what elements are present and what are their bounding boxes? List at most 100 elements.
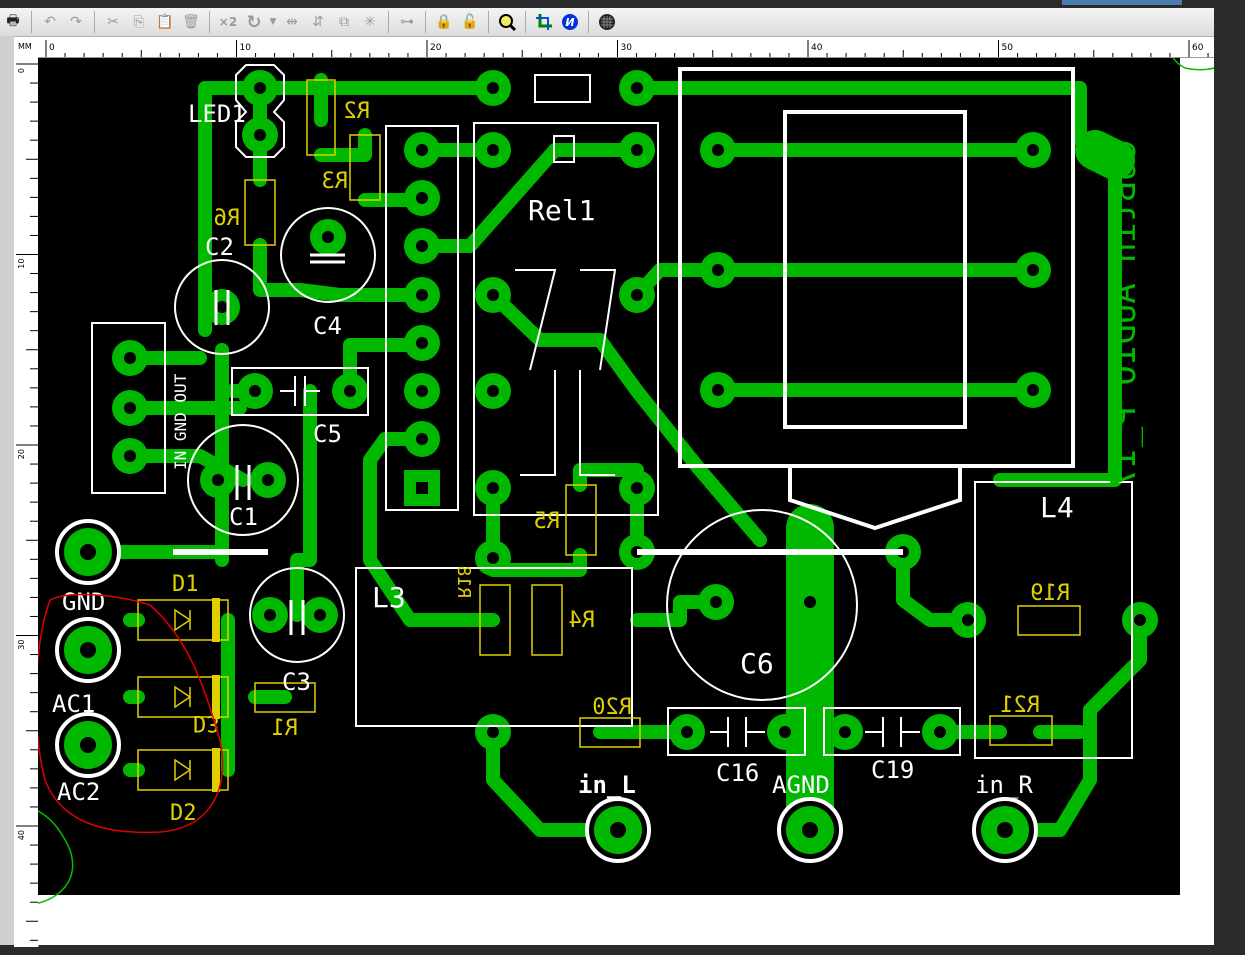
pad-hole xyxy=(804,596,816,608)
pad-hole xyxy=(416,433,428,445)
group-icon[interactable]: ⧉ xyxy=(332,11,356,33)
pad-hole xyxy=(124,352,136,364)
label-c3: C3 xyxy=(282,668,311,696)
pad-hole xyxy=(962,614,974,626)
ruler-tick-label: 10 xyxy=(17,259,26,269)
label-c2: C2 xyxy=(205,233,234,261)
top-ruler[interactable]: MM 0 10 20 30 40 50 60 xyxy=(14,38,1214,58)
ruler-tick-label: 30 xyxy=(621,43,633,53)
pad-hole xyxy=(631,144,643,156)
ungroup-icon[interactable]: ✳ xyxy=(358,11,382,33)
pad-hole xyxy=(631,82,643,94)
separator xyxy=(209,11,210,33)
label-d4: D4 xyxy=(550,76,579,104)
print-icon[interactable]: 🖶 xyxy=(1,11,25,33)
copy-icon[interactable]: ⎘ xyxy=(127,11,151,33)
rotate-icon[interactable]: ↻ xyxy=(242,11,266,33)
ruler-tick-label: 0 xyxy=(49,43,55,53)
label-c19: C19 xyxy=(871,756,914,784)
pad-hole xyxy=(802,822,818,838)
label-r18: R18 xyxy=(453,565,474,598)
svg-text:И: И xyxy=(565,16,574,29)
connect-icon[interactable]: ⊶ xyxy=(395,11,419,33)
mirror-v-icon[interactable]: ⇵ xyxy=(306,11,330,33)
ruler-tick-label: 20 xyxy=(430,43,442,53)
pad-hole xyxy=(416,337,428,349)
label-led1: LED1 xyxy=(188,100,246,128)
pad-hole xyxy=(322,231,334,243)
left-panel-edge xyxy=(0,36,14,955)
pad-hole xyxy=(80,642,96,658)
pad-hole xyxy=(416,240,428,252)
pad-hole xyxy=(216,301,228,313)
unlock-icon[interactable]: 🔓 xyxy=(458,11,482,33)
paste-icon[interactable]: 📋 xyxy=(153,11,177,33)
ruler-tick-label: 40 xyxy=(17,830,26,840)
label-r19: R19 xyxy=(1030,581,1070,606)
ruler-tick-label: 40 xyxy=(811,43,823,53)
pad-hole xyxy=(416,144,428,156)
pad-hole xyxy=(264,609,276,621)
pad-hole xyxy=(254,129,266,141)
label-r20: R20 xyxy=(592,695,632,720)
ruler-tick-label: 10 xyxy=(240,43,252,53)
label-l4: L4 xyxy=(1040,491,1074,524)
pad-hole xyxy=(712,144,724,156)
label-d1: D1 xyxy=(172,572,199,597)
label-gnd: GND xyxy=(62,588,105,616)
zoom-icon[interactable] xyxy=(495,11,519,33)
separator xyxy=(588,11,589,33)
pad-hole xyxy=(80,737,96,753)
pad-hole xyxy=(124,450,136,462)
redo-icon[interactable]: ↷ xyxy=(64,11,88,33)
pad-hole xyxy=(416,385,428,397)
pad-hole xyxy=(487,385,499,397)
label-rel1: Rel1 xyxy=(528,194,595,227)
label-r21: R21 xyxy=(1000,693,1040,718)
pad-hole xyxy=(610,822,626,838)
label-c1: C1 xyxy=(229,503,258,531)
separator xyxy=(31,11,32,33)
duplicate-icon[interactable]: ×2 xyxy=(216,11,240,33)
undo-icon[interactable]: ↶ xyxy=(38,11,62,33)
pad-hole xyxy=(1027,144,1039,156)
pad-hole xyxy=(1134,614,1146,626)
pad-hole xyxy=(249,385,261,397)
label-agnd: AGND xyxy=(772,771,830,799)
pad-hole xyxy=(631,289,643,301)
left-ruler[interactable]: 0 10 20 30 40 xyxy=(14,57,39,947)
label-d3: D3 xyxy=(193,710,220,735)
separator xyxy=(488,11,489,33)
cut-icon[interactable]: ✂ xyxy=(101,11,125,33)
lock-icon[interactable]: 🔒 xyxy=(432,11,456,33)
pad-hole xyxy=(254,82,266,94)
pad-hole xyxy=(314,609,326,621)
pad-hole xyxy=(487,726,499,738)
ruler-tick-label: 50 xyxy=(1002,43,1014,53)
title-accent xyxy=(1062,0,1182,5)
pad-hole xyxy=(487,82,499,94)
pad-hole xyxy=(124,402,136,414)
dropdown-icon[interactable]: ▼ xyxy=(268,11,278,33)
label-in-r: in_R xyxy=(975,771,1033,799)
pad-hole xyxy=(1027,264,1039,276)
pcb-canvas[interactable]: LED1 C2 C4 C5 C1 C3 Rel1 D4 L3 C6 L4 C16… xyxy=(38,58,1214,945)
label-r6: R6 xyxy=(214,206,241,231)
pad-hole xyxy=(712,384,724,396)
mirror-h-icon[interactable]: ⇹ xyxy=(280,11,304,33)
info-icon[interactable]: И xyxy=(558,11,582,33)
pad-hole xyxy=(487,144,499,156)
ruler-tick-label: 30 xyxy=(17,640,26,650)
pad-hole xyxy=(1027,384,1039,396)
label-ac1: AC1 xyxy=(52,690,95,718)
pad-hole xyxy=(80,544,96,560)
pad-hole xyxy=(997,822,1013,838)
grid-icon[interactable] xyxy=(595,11,619,33)
label-connector: IN GND OUT xyxy=(171,373,190,470)
pad-hole xyxy=(416,289,428,301)
pad-hole xyxy=(934,726,946,738)
pad-hole xyxy=(262,474,274,486)
pad-hole xyxy=(416,482,428,494)
delete-icon[interactable]: 🗑 xyxy=(179,11,203,33)
crop-icon[interactable] xyxy=(532,11,556,33)
